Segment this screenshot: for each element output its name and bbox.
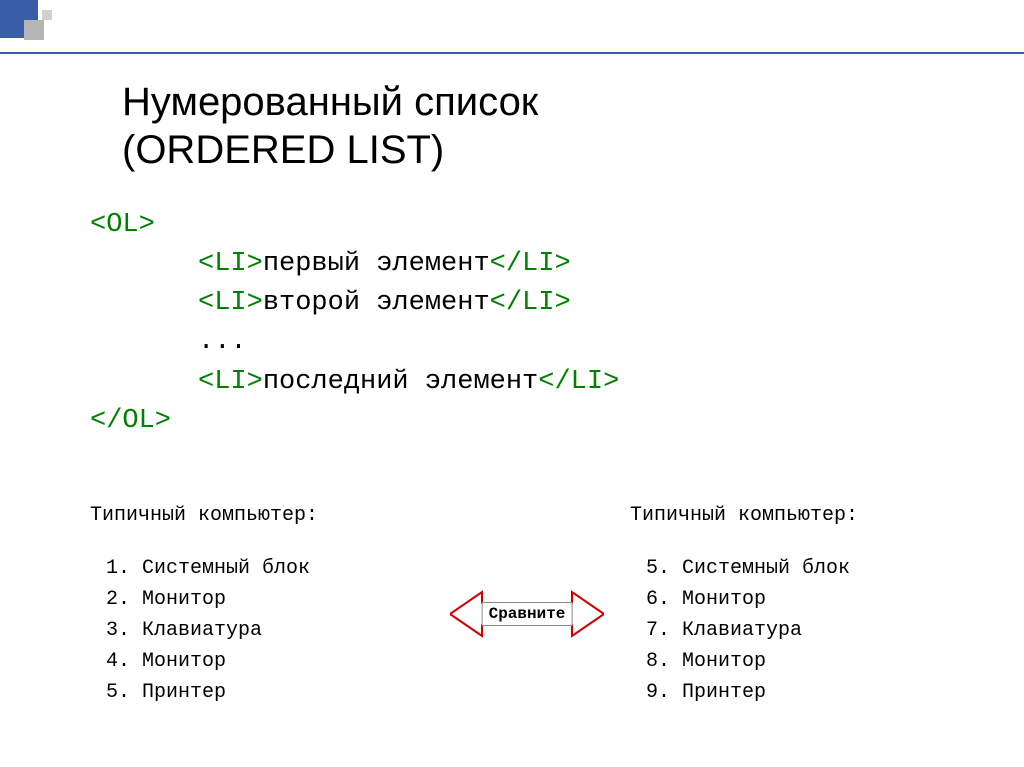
list-item: 2. Монитор: [106, 584, 424, 615]
list-item: 7. Клавиатура: [646, 615, 964, 646]
tag-li-open: <LI>: [198, 367, 263, 397]
example-list-left: 1. Системный блок 2. Монитор 3. Клавиату…: [90, 553, 424, 708]
code-line: <LI>последний элемент</LI>: [198, 363, 619, 402]
tag-ol-close: </OL>: [90, 406, 171, 436]
code-line: <OL>: [90, 206, 619, 245]
code-text: второй элемент: [263, 288, 490, 318]
tag-ol-open: <OL>: [90, 210, 155, 240]
slide-title: Нумерованный список (ORDERED LIST): [122, 78, 538, 174]
list-item: 1. Системный блок: [106, 553, 424, 584]
code-text: первый элемент: [263, 249, 490, 279]
list-item: 9. Принтер: [646, 677, 964, 708]
tag-li-close: </LI>: [538, 367, 619, 397]
code-line: </OL>: [90, 402, 619, 441]
compare-block: Сравните: [450, 500, 604, 640]
example-header: Типичный компьютер:: [630, 500, 964, 531]
code-line: <LI>второй элемент</LI>: [198, 284, 619, 323]
square-gray-large: [24, 20, 44, 40]
example-list-right: 5. Системный блок 6. Монитор 7. Клавиату…: [630, 553, 964, 708]
example-left: Типичный компьютер: 1. Системный блок 2.…: [90, 500, 424, 708]
tag-li-open: <LI>: [198, 249, 263, 279]
list-item: 5. Системный блок: [646, 553, 964, 584]
code-line-dots: ...: [198, 323, 619, 362]
list-item: 8. Монитор: [646, 646, 964, 677]
list-item: 3. Клавиатура: [106, 615, 424, 646]
double-arrow-icon: Сравните: [450, 588, 604, 640]
tag-li-close: </LI>: [490, 249, 571, 279]
list-item: 6. Монитор: [646, 584, 964, 615]
title-line-2: (ORDERED LIST): [122, 128, 444, 172]
square-gray-small: [42, 10, 52, 20]
compare-label: Сравните: [482, 602, 573, 626]
code-line: <LI>первый элемент</LI>: [198, 245, 619, 284]
corner-decoration: [0, 0, 100, 55]
header-rule: [0, 52, 1024, 54]
list-item: 5. Принтер: [106, 677, 424, 708]
example-right: Типичный компьютер: 5. Системный блок 6.…: [630, 500, 964, 708]
example-header: Типичный компьютер:: [90, 500, 424, 531]
list-item: 4. Монитор: [106, 646, 424, 677]
examples-row: Типичный компьютер: 1. Системный блок 2.…: [90, 500, 964, 708]
code-block: <OL> <LI>первый элемент</LI> <LI>второй …: [90, 206, 619, 441]
title-line-1: Нумерованный список: [122, 80, 538, 124]
tag-li-open: <LI>: [198, 288, 263, 318]
code-text: последний элемент: [263, 367, 538, 397]
tag-li-close: </LI>: [490, 288, 571, 318]
